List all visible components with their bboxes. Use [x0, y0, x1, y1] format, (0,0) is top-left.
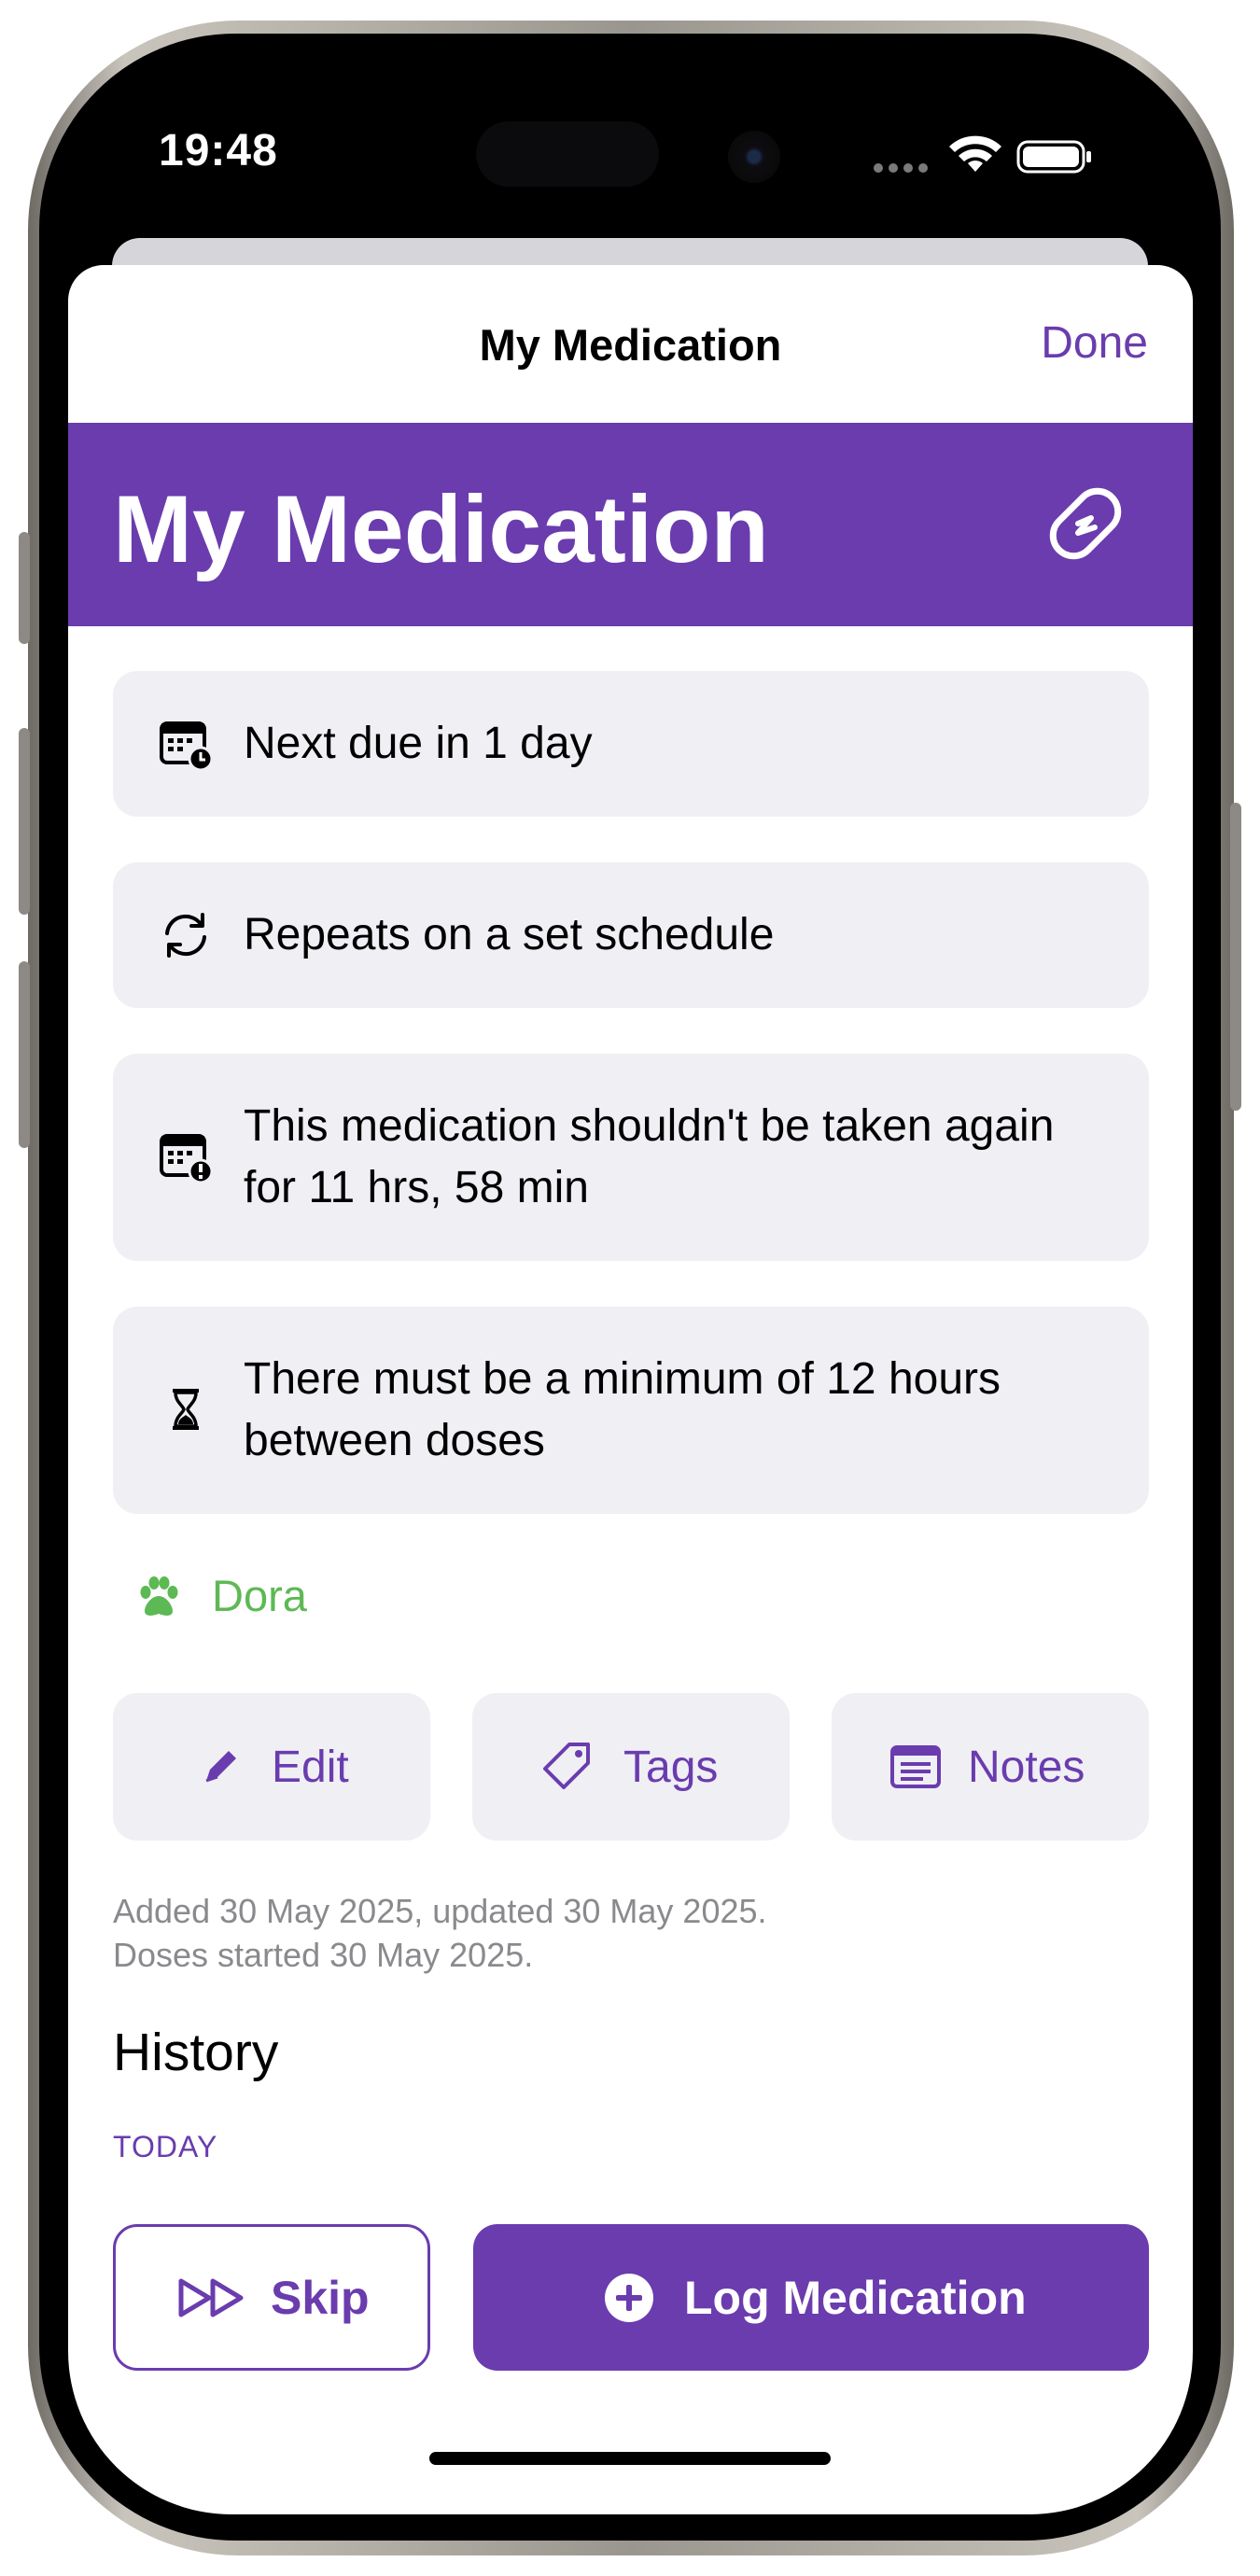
info-text: This medication shouldn't be taken again… — [244, 1101, 1055, 1212]
status-time: 19:48 — [159, 126, 278, 175]
header-banner: My Medication — [68, 423, 1193, 626]
volume-down-button — [19, 961, 30, 1148]
done-button[interactable]: Done — [1041, 317, 1148, 369]
info-text: Next due in 1 day — [244, 719, 593, 768]
doses-started-line: Doses started 30 May 2025. — [113, 1936, 534, 1974]
medication-sheet: My Medication Done My Medication Next du… — [68, 265, 1193, 2514]
action-button — [19, 532, 30, 644]
paw-icon — [135, 1574, 182, 1620]
skip-button[interactable]: Skip — [113, 2224, 430, 2371]
wifi-icon — [949, 135, 1001, 172]
hourglass-icon — [158, 1381, 214, 1437]
edit-button[interactable]: Edit — [113, 1693, 430, 1841]
calendar-clock-icon — [158, 716, 214, 772]
added-line: Added 30 May 2025, updated 30 May 2025. — [113, 1892, 767, 1930]
next-due-card: Next due in 1 day — [113, 671, 1149, 817]
pencil-icon — [205, 1751, 236, 1783]
page-title: My Medication — [113, 476, 769, 582]
history-section-label: TODAY — [113, 2130, 218, 2163]
calendar-alert-icon — [158, 1128, 214, 1184]
info-text: Repeats on a set schedule — [244, 910, 775, 959]
signal-icon — [874, 163, 928, 173]
fast-forward-icon — [178, 2278, 244, 2317]
repeat-icon — [158, 907, 214, 963]
battery-icon — [1016, 140, 1091, 174]
edit-label: Edit — [272, 1742, 349, 1792]
wait-period-card: This medication shouldn't be taken again… — [113, 1054, 1149, 1261]
notes-button[interactable]: Notes — [832, 1693, 1149, 1841]
tag-icon — [543, 1743, 590, 1789]
volume-up-button — [19, 728, 30, 915]
nav-title: My Medication — [479, 320, 782, 370]
home-indicator[interactable] — [429, 2452, 831, 2465]
info-text: There must be a minimum of 12 hours betw… — [244, 1354, 1001, 1465]
pet-name: Dora — [212, 1571, 307, 1620]
notes-icon — [890, 1745, 941, 1788]
log-medication-label: Log Medication — [684, 2272, 1027, 2324]
status-indicators — [873, 133, 1097, 179]
plus-circle-icon — [605, 2274, 653, 2322]
tags-button[interactable]: Tags — [472, 1693, 790, 1841]
tags-label: Tags — [623, 1742, 719, 1792]
dynamic-island — [476, 121, 659, 187]
metadata: Added 30 May 2025, updated 30 May 2025. … — [113, 1889, 767, 1977]
history-title: History — [113, 2023, 279, 2082]
notes-label: Notes — [968, 1742, 1085, 1792]
pill-icon — [1039, 477, 1132, 570]
skip-label: Skip — [271, 2271, 370, 2324]
minimum-interval-card: There must be a minimum of 12 hours betw… — [113, 1307, 1149, 1514]
camera-icon — [728, 131, 780, 183]
log-medication-button[interactable]: Log Medication — [473, 2224, 1149, 2371]
power-button — [1230, 803, 1241, 1111]
repeat-card: Repeats on a set schedule — [113, 862, 1149, 1008]
